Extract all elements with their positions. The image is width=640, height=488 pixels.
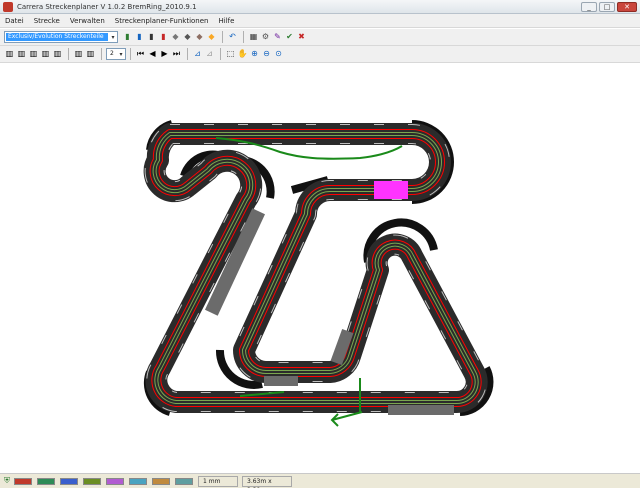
menu-streckenplaner-funktionen[interactable]: Streckenplaner-Funktionen <box>110 17 214 25</box>
chevron-down-icon: ▾ <box>111 33 115 41</box>
toolbar-separator <box>222 31 223 43</box>
menu-datei[interactable]: Datei <box>0 17 29 25</box>
maximize-button[interactable]: □ <box>599 2 615 12</box>
track-piece-icon[interactable]: ▮ <box>158 32 169 43</box>
zoom-in-icon[interactable]: ⊕ <box>249 49 260 60</box>
status-dimensions: 3.63m x 3.38m <box>242 475 292 488</box>
toolbar-separator <box>130 48 131 60</box>
first-icon[interactable]: ⏮ <box>135 49 146 60</box>
window-controls: _ □ ✕ <box>581 2 637 12</box>
color-swatch[interactable] <box>83 477 101 485</box>
lane-count-select[interactable]: 2 ▾ <box>106 48 126 60</box>
prev-icon[interactable]: ◀ <box>147 49 158 60</box>
status-measure: 1 mm <box>198 475 238 487</box>
zoom-out-icon[interactable]: ⊖ <box>261 49 272 60</box>
measure-icon[interactable]: ⊿ <box>204 49 215 60</box>
edit-icon[interactable]: ✎ <box>272 32 283 43</box>
track-piece-icon[interactable]: ◆ <box>170 32 181 43</box>
select-icon[interactable]: ⬚ <box>225 49 236 60</box>
color-swatch[interactable] <box>129 477 147 485</box>
track-piece-icon[interactable]: ◆ <box>206 32 217 43</box>
close-button[interactable]: ✕ <box>617 2 637 12</box>
menu-verwalten[interactable]: Verwalten <box>65 17 110 25</box>
menu-hilfe[interactable]: Hilfe <box>213 17 239 25</box>
color-swatch[interactable] <box>152 477 170 485</box>
toolbar-separator <box>220 48 221 60</box>
lane-icon[interactable]: ▥ <box>73 49 84 60</box>
chevron-down-icon: ▾ <box>119 50 123 58</box>
zoom-fit-icon[interactable]: ⊙ <box>273 49 284 60</box>
last-icon[interactable]: ⏭ <box>171 49 182 60</box>
lane-icon[interactable]: ▥ <box>40 49 51 60</box>
lane-icon[interactable]: ▥ <box>4 49 15 60</box>
highlighted-track-piece[interactable] <box>374 181 408 199</box>
track-piece-icon[interactable]: ▮ <box>146 32 157 43</box>
menu-strecke[interactable]: Strecke <box>29 17 65 25</box>
shield-icon: ⛨ <box>4 476 10 485</box>
lane-icon[interactable]: ▥ <box>28 49 39 60</box>
color-swatch[interactable] <box>60 477 78 485</box>
track-piece-icon[interactable]: ◆ <box>194 32 205 43</box>
minimize-button[interactable]: _ <box>581 2 597 12</box>
track-type-select[interactable]: Exclusiv/Evolution Streckenteile ▾ <box>4 31 118 43</box>
lane-icon[interactable]: ▥ <box>16 49 27 60</box>
title-bar: Carrera Streckenplaner V 1.0.2 BremRing_… <box>0 0 640 14</box>
track-piece-icon[interactable]: ▮ <box>122 32 133 43</box>
settings-icon[interactable]: ⚙ <box>260 32 271 43</box>
app-window: Carrera Streckenplaner V 1.0.2 BremRing_… <box>0 0 640 488</box>
lane-icon[interactable]: ▥ <box>52 49 63 60</box>
track-piece-icon[interactable]: ▮ <box>134 32 145 43</box>
app-icon <box>3 1 13 12</box>
hand-icon[interactable]: ✋ <box>237 49 248 60</box>
toolbar-secondary: ▥ ▥ ▥ ▥ ▥ ▥ ▥ 2 ▾ ⏮ ◀ ▶ ⏭ ⊿ ⊿ ⬚ ✋ ⊕ ⊖ ⊙ <box>0 46 640 63</box>
color-swatch[interactable] <box>37 477 55 485</box>
menu-bar: Datei Strecke Verwalten Streckenplaner-F… <box>0 14 640 28</box>
toolbar-separator <box>101 48 102 60</box>
delete-icon[interactable]: ✖ <box>296 32 307 43</box>
color-swatch[interactable] <box>175 477 193 485</box>
track-canvas[interactable] <box>0 64 640 472</box>
window-title: Carrera Streckenplaner V 1.0.2 BremRing_… <box>17 2 197 11</box>
lane-count-value: 2 <box>108 50 116 58</box>
toolbar-main: Exclusiv/Evolution Streckenteile ▾ ▮ ▮ ▮… <box>0 29 640 46</box>
color-swatch[interactable] <box>14 477 32 485</box>
next-icon[interactable]: ▶ <box>159 49 170 60</box>
toolbar-separator <box>243 31 244 43</box>
status-bar: ⛨ 1 mm 3.63m x 3.38m <box>0 473 640 488</box>
color-swatch[interactable] <box>106 477 124 485</box>
check-icon[interactable]: ✔ <box>284 32 295 43</box>
toolbar-separator <box>187 48 188 60</box>
track-type-value: Exclusiv/Evolution Streckenteile <box>6 33 108 41</box>
track-piece-icon[interactable]: ◆ <box>182 32 193 43</box>
undo-icon[interactable]: ↶ <box>227 32 238 43</box>
measure-icon[interactable]: ⊿ <box>192 49 203 60</box>
grid-icon[interactable]: ▦ <box>248 32 259 43</box>
lane-icon[interactable]: ▥ <box>85 49 96 60</box>
track-drawing <box>0 120 494 427</box>
toolbar-separator <box>68 48 69 60</box>
